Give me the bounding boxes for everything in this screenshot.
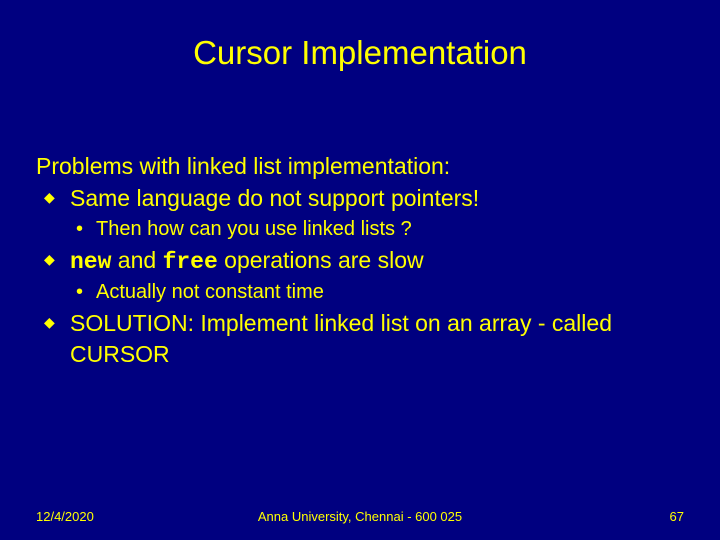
sub-bullet-text: Actually not constant time (96, 281, 324, 303)
bullet-text: SOLUTION: Implement linked list on an ar… (70, 310, 612, 366)
footer-date: 12/4/2020 (36, 509, 94, 524)
footer: 12/4/2020 Anna University, Chennai - 600… (0, 509, 720, 524)
slide: Cursor Implementation Problems with link… (0, 0, 720, 540)
slide-title: Cursor Implementation (36, 34, 684, 72)
code-text: new (70, 249, 111, 275)
intro-text: Problems with linked list implementation… (36, 152, 684, 181)
bullet-list: Same language do not support pointers! T… (36, 183, 684, 368)
bullet-item: Same language do not support pointers! (36, 183, 684, 213)
bullet-text: operations are slow (218, 247, 424, 273)
footer-page: 67 (670, 509, 684, 524)
bullet-item: new and free operations are slow (36, 245, 684, 277)
sub-bullet-item: Then how can you use linked lists ? (36, 216, 684, 243)
bullet-text: and (111, 247, 162, 273)
footer-org: Anna University, Chennai - 600 025 (0, 509, 720, 524)
bullet-item: SOLUTION: Implement linked list on an ar… (36, 308, 684, 369)
sub-bullet-text: Then how can you use linked lists ? (96, 218, 412, 240)
bullet-text: Same language do not support pointers! (70, 185, 479, 211)
code-text: free (163, 249, 218, 275)
sub-bullet-item: Actually not constant time (36, 279, 684, 306)
